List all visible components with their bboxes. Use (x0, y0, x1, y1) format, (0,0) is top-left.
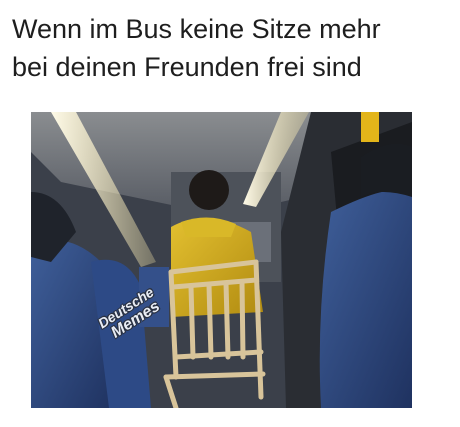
person-head (189, 170, 229, 210)
right-seat (319, 189, 412, 408)
bus-interior-illustration (31, 112, 412, 408)
meme-photo (31, 112, 412, 408)
caption-line-1: Wenn im Bus keine Sitze mehr (12, 14, 381, 44)
caption-line-2: bei deinen Freunden frei sind (12, 52, 362, 82)
grab-pole (361, 112, 379, 142)
meme-caption: Wenn im Bus keine Sitze mehr bei deinen … (12, 10, 452, 86)
